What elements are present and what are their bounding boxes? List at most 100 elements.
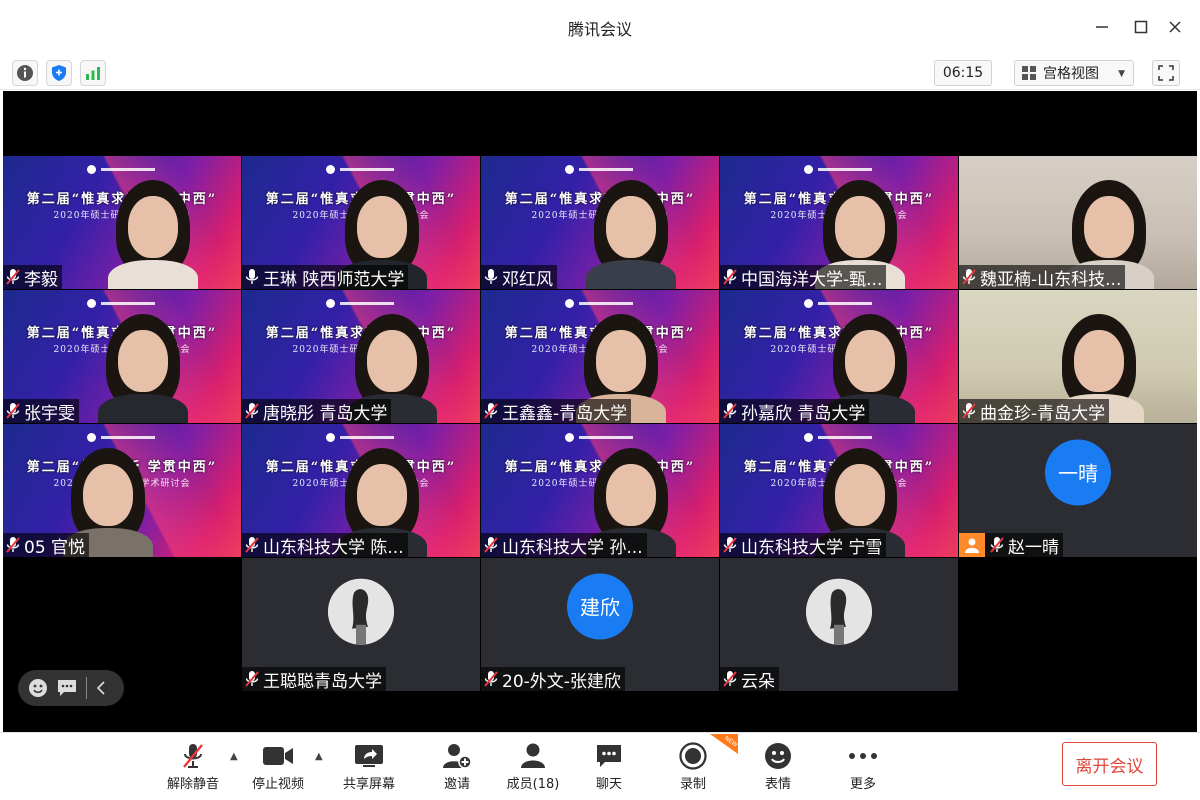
university-logo [565,433,635,443]
university-logo [326,299,396,309]
participant-name-label: 05 官悦 [3,533,90,558]
members-button[interactable]: 成员(18) [504,741,562,792]
participant-tile[interactable]: 曲金珍-青岛大学 [959,290,1197,423]
participant-tile[interactable]: 第二届“惟真求新 学贯中西”2020年硕士研究生学术研讨会王琳 陕西师范大学 [242,156,480,289]
video-camera-icon [260,741,296,771]
more-button[interactable]: 更多 [843,741,883,792]
unmute-button[interactable]: 解除静音 [164,741,222,792]
participant-name-label: 王鑫鑫-青岛大学 [481,399,632,424]
view-mode-dropdown[interactable]: 宫格视图 ▼ [1014,60,1134,86]
university-logo [565,165,635,175]
reactions-button[interactable]: 表情 [758,741,798,792]
participant-video [108,180,198,289]
record-button[interactable]: 录制 [673,741,713,792]
participant-tile[interactable]: 第二届“惟真求新 学贯中西”2020年硕士研究生学术研讨会李毅 [3,156,241,289]
microphone-icon [483,268,502,286]
university-logo [326,165,396,175]
microphone-muted-icon [722,670,741,688]
microphone-muted-icon [989,536,1008,554]
collapse-button[interactable] [96,680,106,696]
participant-tile[interactable]: 第二届“惟真求新 学贯中西”2020年硕士研究生学术研讨会中国海洋大学-甄... [720,156,958,289]
participant-tile[interactable]: 第二届“惟真求新 学贯中西”2020年硕士研究生学术研讨会山东科技大学 宁雪 [720,424,958,557]
participant-name: 05 官悦 [24,537,86,558]
invite-button[interactable]: 邀请 [437,741,477,792]
microphone-muted-icon [5,536,24,554]
chat-button[interactable]: 聊天 [589,741,629,792]
participant-tile[interactable]: 魏亚楠-山东科技... [959,156,1197,289]
chevron-left-icon [96,681,105,695]
window-title: 腾讯会议 [567,20,632,39]
microphone-muted-icon [722,268,741,286]
view-mode-label: 宫格视图 [1043,66,1099,82]
university-logo [804,299,874,309]
fullscreen-button[interactable] [1152,60,1180,86]
participant-tile[interactable]: 第二届“惟真求新 学贯中西”2020年硕士研究生学术研讨会山东科技大学 陈... [242,424,480,557]
participant-name: 王聪聪青岛大学 [263,671,382,692]
video-options-caret[interactable]: ▲ [315,751,323,762]
audio-options-caret[interactable]: ▲ [230,751,238,762]
smiley-icon [29,679,47,697]
participant-avatar [328,578,394,645]
add-user-icon [439,741,475,771]
leave-meeting-button[interactable]: 离开会议 [1062,742,1157,786]
participant-name-label: 孙嘉欣 青岛大学 [720,399,870,424]
close-icon [1169,21,1181,33]
participant-name-label: 邓红风 [481,265,557,289]
participant-name-label: 赵一晴 [959,533,1063,557]
participant-tile[interactable]: 第二届“惟真求新 学贯中西”2020年硕士研究生学术研讨会王鑫鑫-青岛大学 [481,290,719,423]
network-status-button[interactable] [80,60,106,86]
participant-tile[interactable]: 一晴赵一晴 [959,424,1197,557]
participant-tile[interactable]: 第二届“惟真求新 学贯中西”2020年硕士研究生学术研讨会山东科技大学 孙... [481,424,719,557]
emoji-button[interactable] [28,678,48,698]
participant-tile[interactable]: 云朵 [720,558,958,691]
floating-chat-controls [18,670,124,706]
participant-tile[interactable]: 第二届“惟真求新 学贯中西”2020年硕士研究生学术研讨会05 官悦 [3,424,241,557]
participant-name-label: 20-外文-张建欣 [481,667,625,691]
microphone-muted-icon [175,741,211,771]
maximize-button[interactable] [1128,14,1154,40]
participant-video [98,314,188,423]
new-badge: NEW [710,734,738,754]
stop-video-label: 停止视频 [251,777,304,792]
participant-tile[interactable]: 王聪聪青岛大学 [242,558,480,691]
participant-name: 孙嘉欣 青岛大学 [741,403,866,424]
participant-name: 李毅 [24,269,58,290]
smiley-icon [760,741,796,771]
participant-name: 王鑫鑫-青岛大学 [502,403,628,424]
user-icon [959,533,985,557]
participant-tile[interactable]: 第二届“惟真求新 学贯中西”2020年硕士研究生学术研讨会孙嘉欣 青岛大学 [720,290,958,423]
microphone-muted-icon [244,536,263,554]
fullscreen-icon [1158,65,1174,81]
participant-avatar: 一晴 [1045,439,1111,506]
microphone-muted-icon [961,402,980,420]
university-logo [87,299,157,309]
share-screen-label: 共享屏幕 [342,777,395,792]
participant-tile[interactable]: 建欣 20-外文-张建欣 [481,558,719,691]
participant-name-label: 张宇雯 [3,399,79,423]
microphone-muted-icon [722,402,741,420]
meeting-info-button[interactable] [12,60,38,86]
participant-tile[interactable]: 第二届“惟真求新 学贯中西”2020年硕士研究生学术研讨会张宇雯 [3,290,241,423]
participant-name: 曲金珍-青岛大学 [980,403,1106,424]
reactions-label: 表情 [764,777,791,792]
more-label: 更多 [849,777,876,792]
university-logo [326,433,396,443]
participant-tile[interactable]: 第二届“惟真求新 学贯中西”2020年硕士研究生学术研讨会邓红风 [481,156,719,289]
chat-bubble-button[interactable] [57,679,77,697]
share-screen-button[interactable]: 共享屏幕 [340,741,398,792]
stop-video-button[interactable]: 停止视频 [249,741,307,792]
participant-avatar [806,578,872,645]
title-bar: 腾讯会议 [0,0,1200,56]
participant-tile[interactable]: 第二届“惟真求新 学贯中西”2020年硕士研究生学术研讨会唐晓彤 青岛大学 [242,290,480,423]
close-button[interactable] [1162,14,1188,40]
microphone-muted-icon [483,536,502,554]
participant-name-label: 山东科技大学 陈... [242,533,408,557]
participant-name: 山东科技大学 宁雪 [741,537,883,558]
security-button[interactable] [46,60,72,86]
minimize-button[interactable] [1089,14,1115,40]
shield-icon [52,65,66,81]
participant-name: 中国海洋大学-甄... [741,269,883,290]
microphone-icon [244,268,263,286]
chat-icon [58,680,76,696]
participant-name: 赵一晴 [1008,537,1059,558]
